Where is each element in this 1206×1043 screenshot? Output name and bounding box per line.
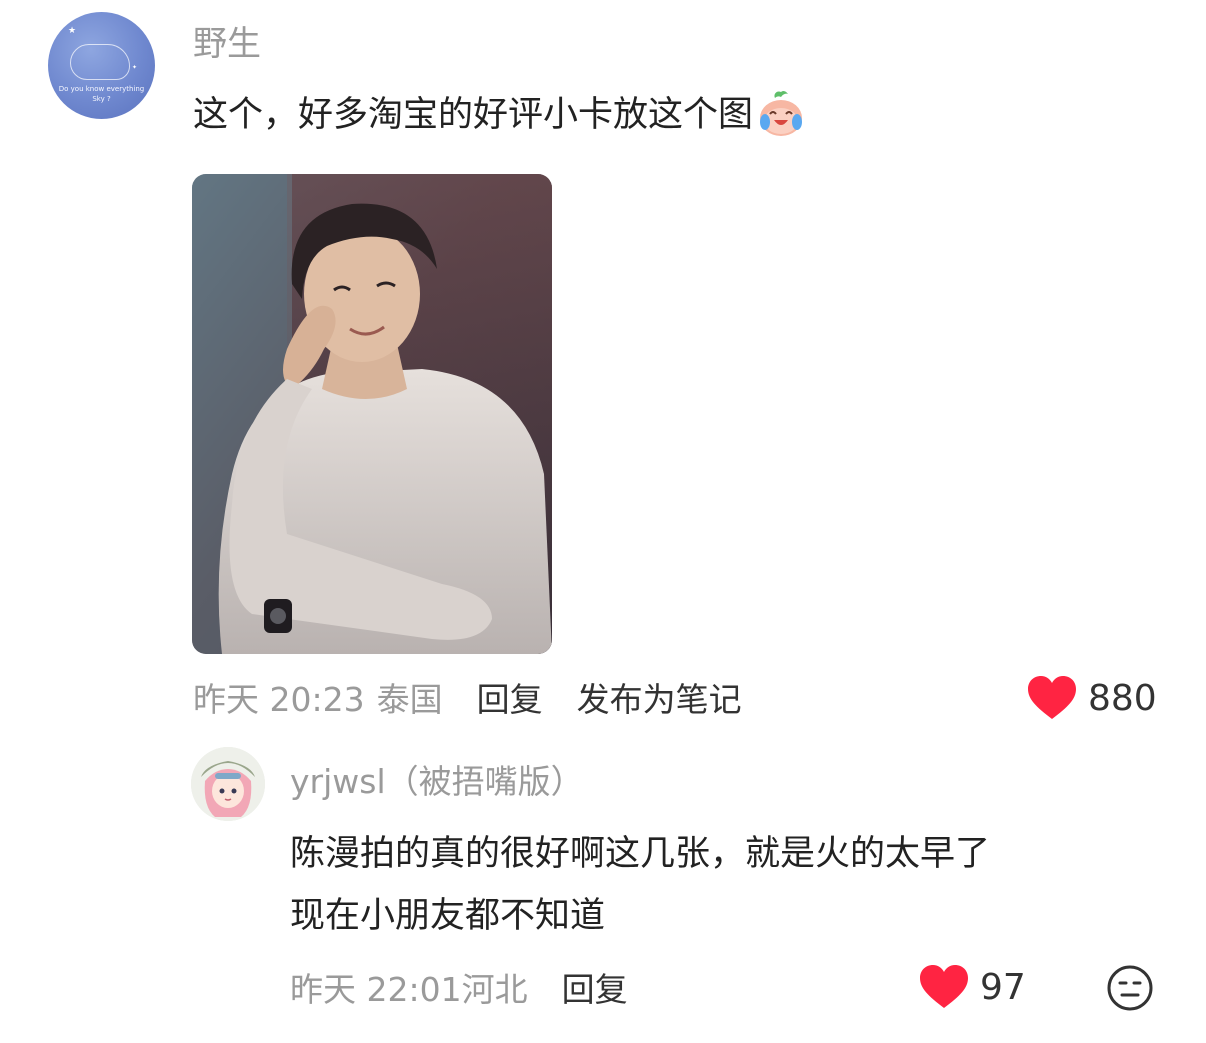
comment-time: 昨天 20:23	[193, 680, 365, 719]
comment-location: 泰国	[376, 680, 443, 719]
reply-avatar[interactable]	[191, 747, 265, 821]
reply-author-name[interactable]: yrjwsl（被捂嘴版）	[290, 760, 584, 804]
comment-meta: 昨天 20:23 泰国 回复 发布为笔记	[193, 672, 742, 722]
reply-reply-button[interactable]: 回复	[562, 963, 628, 1011]
portrait-image	[192, 174, 552, 654]
avatar-caption: Do you know everything Sky ?	[58, 85, 145, 103]
heart-icon	[1028, 676, 1076, 719]
publish-as-note-button[interactable]: 发布为笔记	[577, 673, 742, 721]
like-count: 880	[1088, 677, 1157, 719]
star-icon: ★	[68, 26, 77, 36]
comment-like-button[interactable]: 880	[1026, 675, 1157, 721]
reply-like-count: 97	[980, 966, 1026, 1008]
star-icon: ✦	[132, 64, 138, 71]
heart-icon	[920, 965, 968, 1008]
comment-text: 这个，好多淘宝的好评小卡放这个图	[193, 88, 807, 140]
reply-like-button[interactable]: 97	[918, 964, 1026, 1010]
reply-location: 河北	[461, 970, 528, 1009]
neutral-face-icon[interactable]	[1106, 964, 1154, 1012]
reply-meta: 昨天 22:01 河北 回复	[290, 962, 628, 1012]
commenter-avatar[interactable]: ★ ✦ Do you know everything Sky ?	[48, 12, 155, 119]
reply-button[interactable]: 回复	[477, 673, 543, 721]
reply-time: 昨天 22:01	[290, 970, 462, 1009]
anime-girl-avatar	[191, 747, 265, 821]
cloud-icon	[70, 44, 130, 80]
comment-photo[interactable]	[192, 174, 552, 654]
reply-text: 陈漫拍的真的很好啊这几张，就是火的太早了 现在小朋友都不知道	[290, 834, 991, 936]
commenter-name[interactable]: 野生	[193, 22, 261, 66]
crying-laughing-peach-emoji-icon	[760, 90, 803, 136]
